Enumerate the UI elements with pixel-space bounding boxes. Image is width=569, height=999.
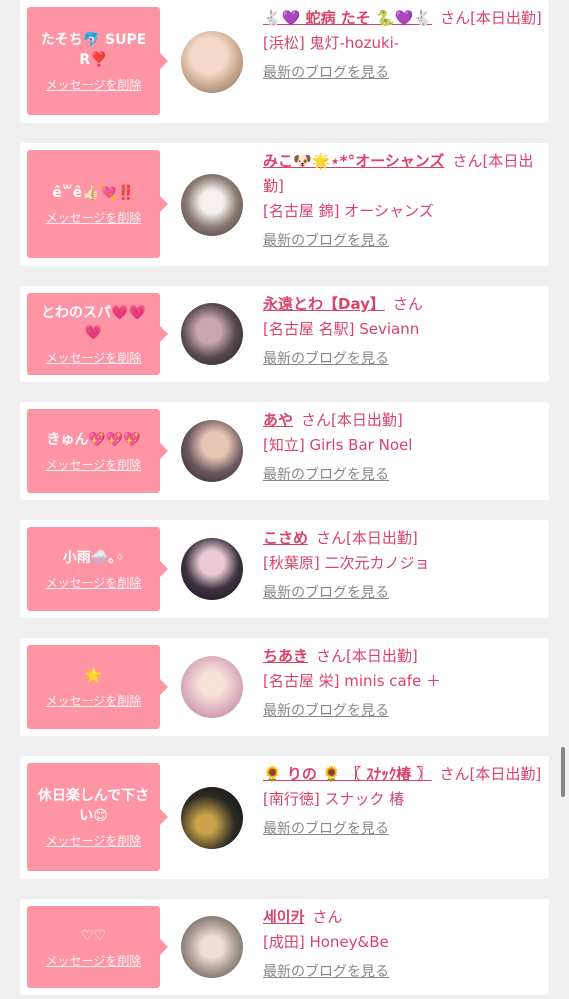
name-link[interactable]: ちあき: [263, 647, 308, 665]
name-link[interactable]: 永遠とわ【Day】: [263, 295, 385, 313]
avatar[interactable]: [181, 303, 243, 365]
shop-text: [名古屋 名駅] Seviann: [263, 320, 420, 338]
message-text: とわのスパ💗💗💗: [41, 304, 146, 341]
shop-text: [秋葉原] 二次元カノジョ: [263, 554, 430, 572]
message-card: ê꒳ê👍🏻💘‼️ メッセージを削除 みこ🐶🌟⋆*°オーシャンズ さん[本日出勤] …: [20, 143, 549, 266]
entry-info: こさめ さん[本日出勤] [秋葉原] 二次元カノジョ 最新のブログを見る: [263, 526, 543, 604]
blog-link[interactable]: 最新のブログを見る: [263, 62, 543, 84]
delete-message-link[interactable]: メッセージを削除: [46, 209, 142, 226]
message-bubble: きゅん💖💖💖 メッセージを削除: [27, 409, 168, 493]
honorific: さん: [392, 295, 423, 313]
message-bubble: たそち🐬 SUPER❣️ メッセージを削除: [27, 7, 168, 115]
avatar[interactable]: [181, 31, 243, 93]
message-text: たそち🐬 SUPER❣️: [40, 31, 147, 68]
shop-text: [南行徳] スナック 椿: [263, 790, 405, 808]
shop-text: [浜松] 鬼灯-hozuki-: [263, 34, 400, 52]
message-bubble: とわのスパ💗💗💗 メッセージを削除: [27, 293, 168, 375]
message-text: 🌟: [84, 667, 103, 684]
status-text: [本日出勤]: [331, 411, 403, 429]
delete-message-link[interactable]: メッセージを削除: [46, 76, 142, 93]
entry-info: あや さん[本日出勤] [知立] Girls Bar Noel 最新のブログを見る: [263, 408, 543, 486]
honorific: さん: [439, 765, 470, 783]
entry-info: 🌻 りの 🌻 〖 ｽﾅｯｸ椿 〗さん[本日出勤] [南行徳] スナック 椿 最新…: [263, 762, 543, 840]
blog-link[interactable]: 最新のブログを見る: [263, 230, 543, 252]
message-bubble: 小雨🌨️｡◦ メッセージを削除: [27, 527, 168, 611]
message-text: ♡♡: [80, 927, 107, 944]
message-card: 🌟 メッセージを削除 ちあき さん[本日出勤] [名古屋 栄] minis caf…: [20, 638, 549, 736]
message-card: ♡♡ メッセージを削除 세이카 さん [成田] Honey&Be 最新のブログを見…: [20, 899, 549, 995]
avatar[interactable]: [181, 916, 243, 978]
avatar[interactable]: [181, 787, 243, 849]
entry-info: 🐇💜 蛇病 たそ 🐍💜🐇 さん[本日出勤] [浜松] 鬼灯-hozuki- 最新の…: [263, 6, 543, 84]
status-text: [本日出勤]: [346, 647, 418, 665]
blog-link[interactable]: 最新のブログを見る: [263, 582, 543, 604]
blog-link[interactable]: 最新のブログを見る: [263, 818, 543, 840]
name-link[interactable]: あや: [263, 411, 293, 429]
entry-info: みこ🐶🌟⋆*°オーシャンズ さん[本日出勤] [名古屋 錦] オーシャンズ 最新の…: [263, 149, 543, 252]
message-bubble: 🌟 メッセージを削除: [27, 645, 168, 729]
name-link[interactable]: みこ🐶🌟⋆*°オーシャンズ: [263, 152, 445, 170]
blog-link[interactable]: 最新のブログを見る: [263, 348, 543, 370]
shop-text: [知立] Girls Bar Noel: [263, 436, 413, 454]
message-card: とわのスパ💗💗💗 メッセージを削除 永遠とわ【Day】 さん [名古屋 名駅] S…: [20, 286, 549, 382]
message-text: きゅん💖💖💖: [46, 431, 141, 448]
avatar[interactable]: [181, 174, 243, 236]
scrollbar-thumb[interactable]: [561, 747, 565, 797]
message-text: 休日楽しんで下さい😊: [37, 787, 150, 824]
message-card: たそち🐬 SUPER❣️ メッセージを削除 🐇💜 蛇病 たそ 🐍💜🐇 さん[本日出…: [20, 0, 549, 123]
shop-text: [名古屋 錦] オーシャンズ: [263, 202, 434, 220]
blog-link[interactable]: 最新のブログを見る: [263, 464, 543, 486]
entry-info: 세이카 さん [成田] Honey&Be 最新のブログを見る: [263, 905, 543, 983]
shop-text: [名古屋 栄] minis cafe ＋: [263, 672, 441, 690]
entry-info: 永遠とわ【Day】 さん [名古屋 名駅] Seviann 最新のブログを見る: [263, 292, 543, 370]
delete-message-link[interactable]: メッセージを削除: [46, 952, 142, 969]
avatar[interactable]: [181, 420, 243, 482]
name-link[interactable]: こさめ: [263, 529, 308, 547]
avatar[interactable]: [181, 538, 243, 600]
message-bubble: 休日楽しんで下さい😊 メッセージを削除: [27, 763, 168, 871]
shop-text: [成田] Honey&Be: [263, 933, 389, 951]
message-card: 休日楽しんで下さい😊 メッセージを削除 🌻 りの 🌻 〖 ｽﾅｯｸ椿 〗さん[本…: [20, 756, 549, 879]
honorific: さん: [301, 411, 332, 429]
honorific: さん: [316, 647, 347, 665]
entry-info: ちあき さん[本日出勤] [名古屋 栄] minis cafe ＋ 最新のブログを…: [263, 644, 543, 722]
delete-message-link[interactable]: メッセージを削除: [46, 349, 142, 366]
message-bubble: ê꒳ê👍🏻💘‼️ メッセージを削除: [27, 150, 168, 258]
honorific: さん: [452, 152, 483, 170]
avatar[interactable]: [181, 656, 243, 718]
delete-message-link[interactable]: メッセージを削除: [46, 574, 142, 591]
message-text: 小雨🌨️｡◦: [62, 549, 125, 566]
honorific: さん: [312, 908, 343, 926]
message-text: ê꒳ê👍🏻💘‼️: [52, 184, 135, 201]
honorific: さん: [316, 529, 347, 547]
name-link[interactable]: 🌻 りの 🌻 〖 ｽﾅｯｸ椿 〗: [263, 765, 431, 783]
blog-link[interactable]: 最新のブログを見る: [263, 700, 543, 722]
message-bubble: ♡♡ メッセージを削除: [27, 906, 168, 988]
honorific: さん: [440, 9, 471, 27]
status-text: [本日出勤]: [469, 765, 542, 783]
delete-message-link[interactable]: メッセージを削除: [46, 456, 142, 473]
status-text: [本日出勤]: [346, 529, 418, 547]
blog-link[interactable]: 最新のブログを見る: [263, 961, 543, 983]
delete-message-link[interactable]: メッセージを削除: [46, 832, 142, 849]
message-card: 小雨🌨️｡◦ メッセージを削除 こさめ さん[本日出勤] [秋葉原] 二次元カノジ…: [20, 520, 549, 618]
name-link[interactable]: 🐇💜 蛇病 たそ 🐍💜🐇: [263, 9, 432, 27]
status-text: [本日出勤]: [470, 9, 542, 27]
name-link[interactable]: 세이카: [263, 908, 304, 926]
delete-message-link[interactable]: メッセージを削除: [46, 692, 142, 709]
message-card: きゅん💖💖💖 メッセージを削除 あや さん[本日出勤] [知立] Girls Ba…: [20, 402, 549, 500]
